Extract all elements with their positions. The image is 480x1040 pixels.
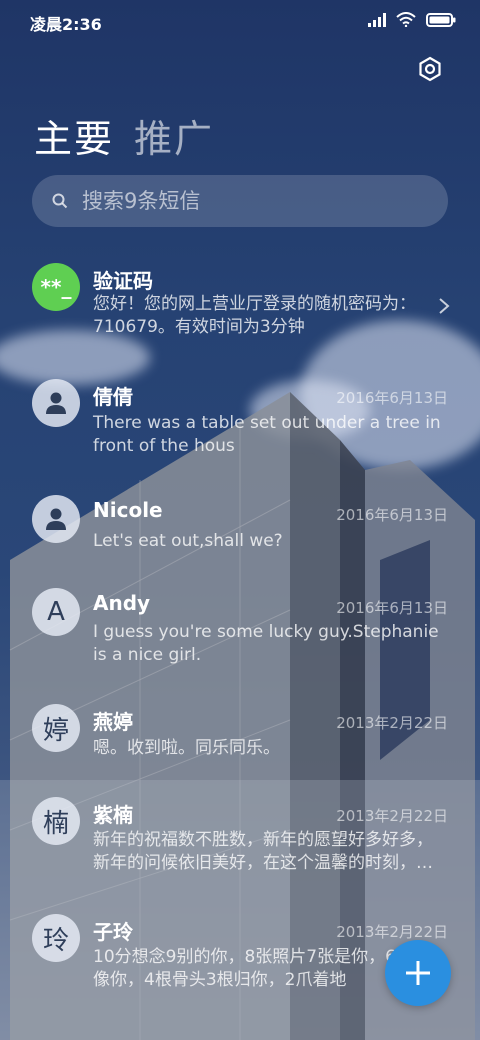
contact-avatar: 玲 — [32, 914, 80, 962]
contact-avatar — [32, 379, 80, 427]
conversation-item[interactable]: 楠 紫楠 2013年2月22日 新年的祝福数不胜数，新年的愿望好多好多，新年的问… — [0, 788, 480, 898]
search-bar[interactable] — [32, 175, 448, 227]
conversation-name: 子玲 — [93, 920, 133, 944]
conversation-name: 燕婷 — [93, 710, 133, 734]
search-icon — [52, 193, 68, 209]
conversation-item[interactable]: Nicole 2016年6月13日 Let's eat out,shall we… — [0, 485, 480, 570]
signal-icon — [368, 12, 386, 27]
contact-avatar: A — [32, 588, 80, 636]
status-time: 凌晨2:36 — [30, 15, 102, 34]
conversation-date: 2016年6月13日 — [336, 599, 448, 617]
conversation-preview: 新年的祝福数不胜数，新年的愿望好多好多，新年的问候依旧美好，在这个温馨的时刻，… — [93, 830, 433, 873]
conversation-name: 验证码 — [93, 269, 153, 293]
status-bar: 凌晨2:36 — [0, 0, 480, 42]
conversation-date: 2016年6月13日 — [336, 389, 448, 407]
conversation-preview: There was a table set out under a tree i… — [93, 413, 441, 456]
conversation-name: 紫楠 — [93, 803, 133, 827]
person-icon — [46, 508, 66, 530]
conversation-date: 2016年6月13日 — [336, 506, 448, 524]
tab-promotions[interactable]: 推广 — [134, 108, 214, 163]
verification-code-avatar: **_ — [32, 263, 80, 311]
new-message-button[interactable] — [385, 940, 451, 1006]
settings-gear-icon[interactable] — [416, 55, 444, 83]
battery-icon — [426, 12, 456, 27]
wifi-icon — [396, 12, 416, 27]
contact-avatar: 婷 — [32, 704, 80, 752]
search-input[interactable] — [80, 188, 424, 214]
conversation-preview: Let's eat out,shall we? — [93, 531, 283, 551]
conversation-preview: 嗯。收到啦。同乐同乐。 — [93, 738, 280, 758]
conversation-name: Nicole — [93, 498, 163, 522]
conversation-date: 2013年2月22日 — [336, 714, 448, 732]
chevron-right-icon — [439, 298, 450, 314]
category-tabs: 主要 推广 — [34, 108, 214, 163]
tab-primary[interactable]: 主要 — [34, 108, 114, 163]
contact-avatar — [32, 495, 80, 543]
person-icon — [46, 392, 66, 414]
conversation-name: Andy — [93, 591, 151, 615]
conversation-item[interactable]: **_ 验证码 您好！您的网上营业厅登录的随机密码为：710679。有效时间为3… — [0, 250, 480, 360]
conversation-item[interactable]: 倩倩 2016年6月13日 There was a table set out … — [0, 368, 480, 473]
contact-avatar: 楠 — [32, 797, 80, 845]
conversation-item[interactable]: 婷 燕婷 2013年2月22日 嗯。收到啦。同乐同乐。 — [0, 695, 480, 780]
conversation-preview: I guess you're some lucky guy.Stephanie … — [93, 622, 439, 665]
conversation-date: 2013年2月22日 — [336, 807, 448, 825]
plus-icon — [406, 961, 430, 985]
conversation-preview: 您好！您的网上营业厅登录的随机密码为：710679。有效时间为3分钟 — [93, 294, 416, 337]
conversation-item[interactable]: A Andy 2016年6月13日 I guess you're some lu… — [0, 578, 480, 683]
conversation-name: 倩倩 — [93, 385, 133, 409]
conversation-date: 2013年2月22日 — [336, 923, 448, 941]
